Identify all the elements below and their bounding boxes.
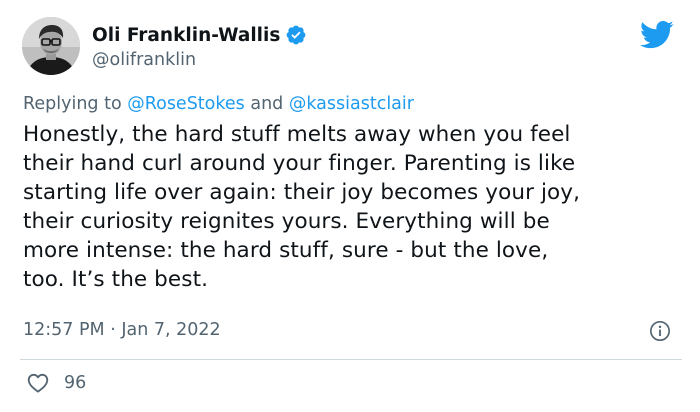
info-icon[interactable]	[649, 320, 671, 342]
tweet-text-line: their hand curl around your finger. Pare…	[23, 151, 576, 176]
tweet-text-line: Honestly, the hard stuff melts away when…	[23, 122, 571, 147]
mention-link[interactable]: @RoseStokes	[127, 94, 245, 114]
tweet-text-line: starting life over again: their joy beco…	[23, 180, 581, 205]
tweet-text-line: their curiosity reignites yours. Everyth…	[23, 209, 550, 234]
tweet-text: Honestly, the hard stuff melts away when…	[23, 120, 688, 294]
tweet-date: Jan 7, 2022	[121, 320, 221, 340]
profile-photo	[22, 17, 80, 75]
tweet-timestamp[interactable]: 12:57 PM · Jan 7, 2022	[23, 320, 221, 340]
replying-prefix: Replying to	[23, 94, 128, 114]
divider	[20, 359, 682, 360]
author-handle[interactable]: @olifranklin	[92, 50, 196, 70]
like-count: 96	[64, 373, 87, 393]
tweet-text-line: too. It’s the best.	[23, 267, 209, 292]
author-name-row: Oli Franklin-Wallis	[92, 22, 307, 48]
display-name[interactable]: Oli Franklin-Wallis	[92, 25, 280, 46]
avatar[interactable]	[22, 17, 80, 75]
mention-link[interactable]: @kassiastclair	[289, 94, 414, 114]
tweet-text-line: more intense: the hard stuff, sure - but…	[23, 238, 549, 263]
heart-icon[interactable]	[27, 373, 49, 393]
twitter-bird-icon[interactable]	[640, 20, 674, 50]
replying-conjunction: and	[244, 94, 289, 114]
tweet-card: Oli Franklin-Wallis @olifranklin Replyin…	[0, 0, 700, 412]
verified-badge-icon	[285, 24, 307, 46]
replying-to: Replying to @RoseStokes and @kassiastcla…	[23, 94, 414, 114]
timestamp-separator: ·	[104, 320, 122, 340]
tweet-time: 12:57 PM	[23, 320, 105, 340]
